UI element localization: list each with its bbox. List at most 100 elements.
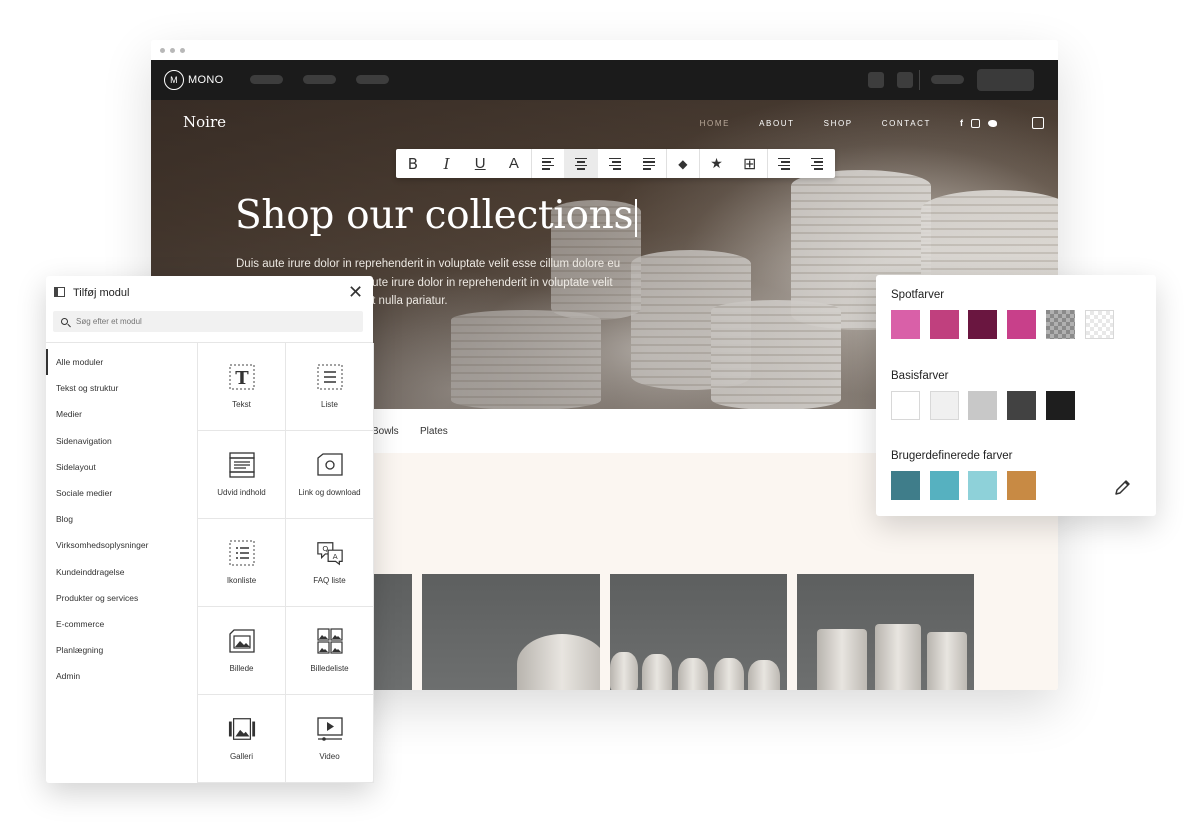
clear-format-button[interactable]: ◆	[665, 149, 700, 178]
justify-icon	[642, 157, 655, 170]
text-color-button[interactable]: A	[497, 149, 531, 178]
align-left-button[interactable]	[530, 149, 565, 178]
module-tile-list[interactable]: Liste	[286, 343, 374, 431]
category-ecommerce[interactable]: E-commerce	[46, 611, 197, 637]
module-search-input[interactable]	[76, 317, 336, 326]
spot-color-swatch[interactable]	[968, 310, 997, 339]
category-page-layout[interactable]: Sidelayout	[46, 454, 197, 480]
spot-color-swatch[interactable]	[1007, 310, 1036, 339]
category-media[interactable]: Medier	[46, 401, 197, 427]
topbar-icon-placeholder[interactable]	[868, 72, 884, 88]
twitter-icon[interactable]	[988, 119, 997, 127]
nav-home[interactable]: HOME	[700, 119, 730, 128]
category-products-services[interactable]: Produkter og services	[46, 585, 197, 611]
custom-color-swatch[interactable]	[891, 471, 920, 500]
window-dot[interactable]	[170, 47, 175, 53]
module-tile-faq[interactable]: QA FAQ liste	[286, 519, 374, 607]
module-tile-label: Udvid indhold	[217, 488, 266, 497]
nav-contact[interactable]: CONTACT	[882, 119, 931, 128]
expand-content-icon	[228, 451, 256, 479]
bold-button[interactable]: B	[396, 149, 430, 178]
category-blog[interactable]: Blog	[46, 506, 197, 532]
custom-color-swatch[interactable]	[930, 471, 959, 500]
topbar-menu-placeholder[interactable]	[356, 75, 389, 84]
window-chrome	[151, 40, 1058, 60]
base-color-swatch[interactable]	[1007, 391, 1036, 420]
category-all-modules[interactable]: Alle moduler	[46, 349, 197, 376]
category-text-structure[interactable]: Tekst og struktur	[46, 375, 197, 401]
filter-plates[interactable]: Plates	[420, 426, 448, 437]
custom-color-swatch[interactable]	[968, 471, 997, 500]
spot-color-swatch-transparent-dark[interactable]	[1046, 310, 1075, 339]
window-dot[interactable]	[180, 47, 185, 53]
base-color-swatch[interactable]	[891, 391, 920, 420]
facebook-icon[interactable]: f	[960, 118, 963, 128]
module-tile-video[interactable]: Video	[286, 695, 374, 783]
category-customer-engagement[interactable]: Kundeinddragelse	[46, 559, 197, 585]
close-icon[interactable]: ✕	[348, 283, 363, 301]
icon-list-icon	[228, 539, 256, 567]
nav-shop[interactable]: SHOP	[824, 119, 853, 128]
topbar-icon-placeholder[interactable]	[897, 72, 913, 88]
spot-color-swatch[interactable]	[930, 310, 959, 339]
custom-color-swatch[interactable]	[1007, 471, 1036, 500]
numbered-list-icon	[811, 157, 824, 170]
table-button[interactable]: ⊞	[733, 149, 767, 178]
mono-logo[interactable]: M MONO	[164, 70, 223, 90]
star-button[interactable]: ★	[699, 149, 733, 178]
module-tile-image-list[interactable]: Billedeliste	[286, 607, 374, 695]
category-social-media[interactable]: Sociale medier	[46, 480, 197, 506]
image-icon	[228, 627, 256, 655]
site-brand[interactable]: Noire	[183, 113, 226, 131]
spot-color-swatch[interactable]	[891, 310, 920, 339]
topbar-menu-placeholder[interactable]	[931, 75, 964, 84]
category-admin[interactable]: Admin	[46, 663, 197, 689]
text-format-toolbar: B I U A ◆ ★ ⊞	[396, 149, 835, 178]
product-photo[interactable]	[610, 574, 787, 690]
hero-title[interactable]: Shop our collections	[235, 193, 638, 238]
module-tile-label: Billede	[229, 664, 254, 673]
italic-button[interactable]: I	[430, 149, 464, 178]
topbar-menu-placeholder[interactable]	[250, 75, 283, 84]
bullet-list-button[interactable]	[766, 149, 801, 178]
module-search	[53, 311, 363, 332]
window-dot[interactable]	[160, 47, 165, 53]
module-tile-gallery[interactable]: Galleri	[198, 695, 286, 783]
hero-title-text: Shop our collections	[235, 193, 634, 238]
base-colors-title: Basisfarver	[891, 370, 949, 382]
base-color-swatch[interactable]	[930, 391, 959, 420]
topbar-menu-placeholder[interactable]	[303, 75, 336, 84]
product-photo[interactable]	[797, 574, 974, 690]
base-color-swatch[interactable]	[1046, 391, 1075, 420]
module-tile-expand-content[interactable]: Udvid indhold	[198, 431, 286, 519]
align-left-icon	[542, 157, 555, 170]
align-right-button[interactable]	[598, 149, 632, 178]
module-tile-text[interactable]: T Tekst	[198, 343, 286, 431]
category-scheduling[interactable]: Planlægning	[46, 637, 197, 663]
spot-color-swatch-transparent[interactable]	[1085, 310, 1114, 339]
module-tile-image[interactable]: Billede	[198, 607, 286, 695]
product-photo[interactable]	[422, 574, 600, 690]
numbered-list-button[interactable]	[800, 149, 834, 178]
product-photo-object	[817, 629, 867, 690]
module-tile-link-download[interactable]: Link og download	[286, 431, 374, 519]
gallery-icon	[228, 715, 256, 743]
category-page-navigation[interactable]: Sidenavigation	[46, 428, 197, 454]
module-tile-label: Billedeliste	[310, 664, 349, 673]
underline-button[interactable]: U	[463, 149, 497, 178]
cart-icon[interactable]	[1032, 117, 1044, 129]
filter-bowls[interactable]: Bowls	[372, 426, 399, 437]
instagram-icon[interactable]	[971, 118, 980, 128]
color-palette-panel: Spotfarver Basisfarver Brugerdefinerede …	[876, 275, 1156, 516]
module-tile-icon-list[interactable]: Ikonliste	[198, 519, 286, 607]
justify-button[interactable]	[632, 149, 666, 178]
mono-logo-text: MONO	[188, 74, 224, 86]
search-icon	[61, 318, 68, 325]
nav-about[interactable]: ABOUT	[759, 119, 795, 128]
pencil-icon[interactable]	[1113, 477, 1133, 502]
topbar-publish-button[interactable]	[977, 69, 1034, 91]
align-center-button[interactable]	[564, 149, 599, 178]
base-color-swatch[interactable]	[968, 391, 997, 420]
category-business-info[interactable]: Virksomhedsoplysninger	[46, 532, 197, 558]
video-icon	[316, 715, 344, 743]
